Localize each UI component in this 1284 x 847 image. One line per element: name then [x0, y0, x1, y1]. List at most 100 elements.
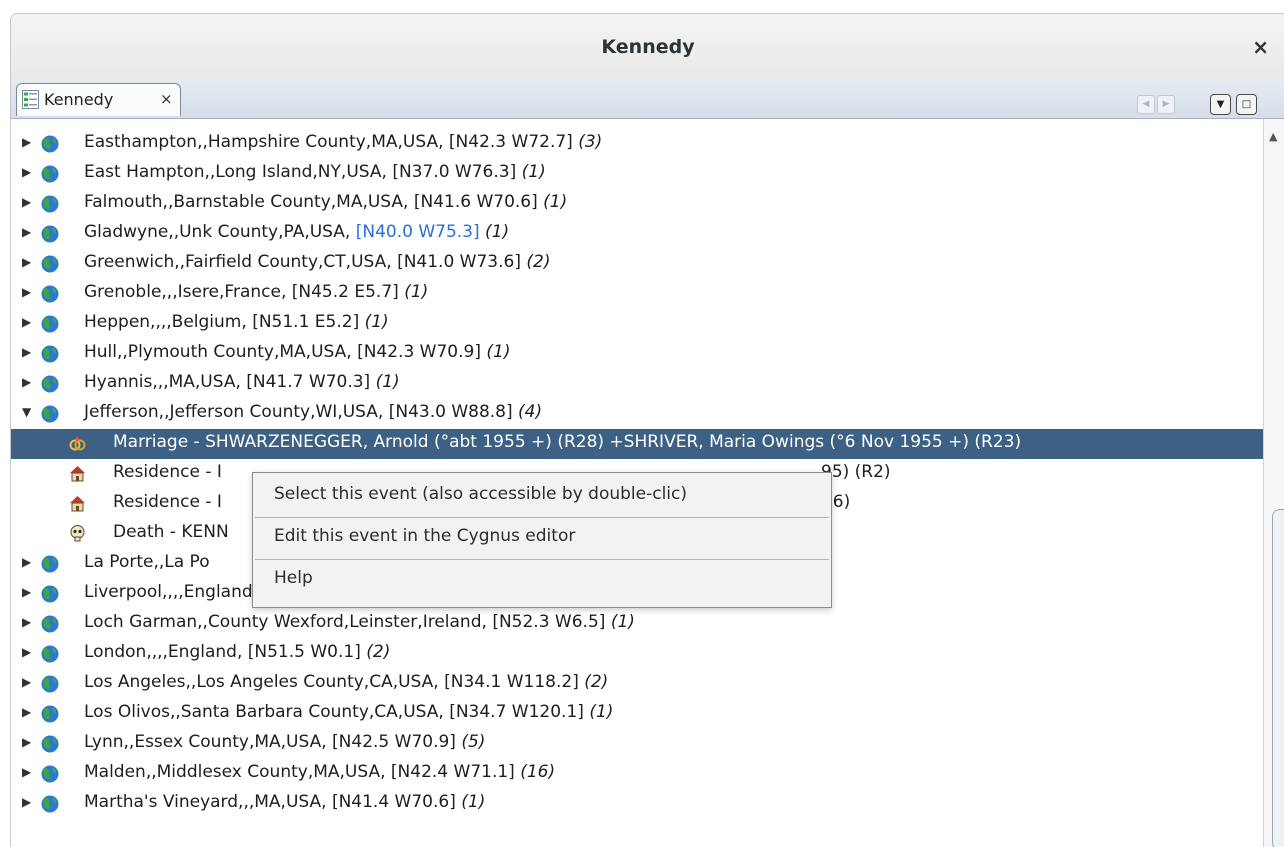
close-icon[interactable]: × [1252, 35, 1269, 59]
menu-item-label: Select this event (also accessible by do… [274, 484, 688, 504]
place-row[interactable]: ▶ Los Olivos,,Santa Barbara County,CA,USA… [11, 699, 1263, 729]
expand-arrow-right-icon[interactable]: ▶ [22, 135, 31, 149]
expand-arrow-right-icon[interactable]: ▶ [22, 315, 31, 329]
title-bar[interactable]: Kennedy × [11, 14, 1284, 81]
event-count: (1) [364, 312, 389, 332]
tab-label: Kennedy [44, 90, 114, 109]
place-name: Hull,,Plymouth County,MA,USA, [84, 342, 358, 362]
tab-bar: Kennedy × ◀ ▶ ▼ □ [11, 80, 1284, 119]
globe-icon [41, 285, 59, 303]
event-count: (2) [366, 642, 391, 662]
place-name: Grenoble,,,Isere,France, [84, 282, 292, 302]
globe-icon [41, 705, 59, 723]
globe-icon [41, 195, 59, 213]
event-count: (2) [526, 252, 551, 272]
globe-icon [41, 645, 59, 663]
event-count: (16) [520, 762, 556, 782]
expand-arrow-right-icon[interactable]: ▶ [22, 765, 31, 779]
expand-arrow-right-icon[interactable]: ▶ [22, 645, 31, 659]
globe-icon [41, 165, 59, 183]
maximize-tab-icon[interactable]: □ [1236, 94, 1257, 115]
place-name: Liverpool,,,,England, [84, 582, 264, 602]
expand-arrow-right-icon[interactable]: ▶ [22, 165, 31, 179]
place-row[interactable]: ▶ Heppen,,,,Belgium, [N51.1 E5.2] (1) [11, 309, 1263, 339]
globe-icon [41, 345, 59, 363]
globe-icon [41, 135, 59, 153]
scroll-up-icon[interactable]: ▲ [1269, 130, 1277, 143]
expand-arrow-right-icon[interactable]: ▶ [22, 255, 31, 269]
place-coordinates[interactable]: [N40.0 W75.3] [356, 222, 480, 242]
place-name: Los Angeles,,Los Angeles County,CA,USA, [84, 672, 445, 692]
place-name: Jefferson,,Jefferson County,WI,USA, [84, 402, 389, 422]
place-coordinates: [N41.0 W73.6] [397, 252, 521, 272]
window-title: Kennedy [601, 36, 695, 58]
place-row[interactable]: ▶ Martha's Vineyard,,,MA,USA, [N41.4 W70.… [11, 789, 1263, 819]
expand-arrow-right-icon[interactable]: ▶ [22, 195, 31, 209]
expand-arrow-right-icon[interactable]: ▶ [22, 225, 31, 239]
expand-arrow-right-icon[interactable]: ▶ [22, 735, 31, 749]
place-row[interactable]: ▼ Jefferson,,Jefferson County,WI,USA, [N4… [11, 399, 1263, 429]
expand-arrow-right-icon[interactable]: ▶ [22, 555, 31, 569]
menu-item-select-event[interactable]: Select this event (also accessible by do… [253, 475, 831, 515]
place-row[interactable]: ▶ Hyannis,,,MA,USA, [N41.7 W70.3] (1) [11, 369, 1263, 399]
place-coordinates: [N51.5 W0.1] [247, 642, 361, 662]
expand-arrow-right-icon[interactable]: ▶ [22, 615, 31, 629]
marriage-icon [69, 436, 86, 451]
tab-list-dropdown-icon[interactable]: ▼ [1210, 94, 1231, 115]
globe-icon [41, 315, 59, 333]
place-row[interactable]: ▶ Gladwyne,,Unk County,PA,USA, [N40.0 W75… [11, 219, 1263, 249]
place-coordinates: [N51.1 E5.2] [252, 312, 360, 332]
place-row[interactable]: ▶ East Hampton,,Long Island,NY,USA, [N37.… [11, 159, 1263, 189]
tree-view-icon [22, 90, 39, 109]
place-name: Los Olivos,,Santa Barbara County,CA,USA, [84, 702, 450, 722]
tab-close-icon[interactable]: × [160, 90, 173, 108]
event-count: (4) [518, 402, 543, 422]
place-name: Falmouth,,Barnstable County,MA,USA, [84, 192, 414, 212]
scrollbar-thumb[interactable] [1272, 509, 1284, 847]
menu-item-help[interactable]: Help [253, 559, 831, 599]
tab-scroll-left-icon[interactable]: ◀ [1137, 95, 1155, 114]
place-coordinates: [N45.2 E5.7] [291, 282, 399, 302]
globe-icon [41, 795, 59, 813]
event-count: (1) [375, 372, 400, 392]
place-row[interactable]: ▶ Loch Garman,,County Wexford,Leinster,Ir… [11, 609, 1263, 639]
place-row[interactable]: ▶ Greenwich,,Fairfield County,CT,USA, [N4… [11, 249, 1263, 279]
place-row[interactable]: ▶ Malden,,Middlesex County,MA,USA, [N42.4… [11, 759, 1263, 789]
globe-icon [41, 405, 59, 423]
event-count: (1) [521, 162, 546, 182]
place-row[interactable]: ▶ Grenoble,,,Isere,France, [N45.2 E5.7] (… [11, 279, 1263, 309]
expand-arrow-right-icon[interactable]: ▶ [22, 795, 31, 809]
tab-kennedy[interactable]: Kennedy × [16, 83, 181, 116]
menu-item-edit-event[interactable]: Edit this event in the Cygnus editor [253, 517, 831, 557]
place-name: Greenwich,,Fairfield County,CT,USA, [84, 252, 398, 272]
event-count: (1) [486, 342, 511, 362]
tab-scroll-right-icon[interactable]: ▶ [1157, 95, 1175, 114]
residence-icon [70, 496, 85, 512]
event-count: (1) [589, 702, 614, 722]
expand-arrow-right-icon[interactable]: ▶ [22, 675, 31, 689]
menu-item-label: Edit this event in the Cygnus editor [274, 526, 576, 546]
place-row[interactable]: ▶ Lynn,,Essex County,MA,USA, [N42.5 W70.9… [11, 729, 1263, 759]
expand-arrow-down-icon[interactable]: ▼ [22, 405, 31, 419]
event-row[interactable]: Marriage - SHWARZENEGGER, Arnold (°abt 1… [11, 429, 1263, 459]
place-name: Malden,,Middlesex County,MA,USA, [84, 762, 391, 782]
place-row[interactable]: ▶ Easthampton,,Hampshire County,MA,USA, [… [11, 129, 1263, 159]
globe-icon [41, 735, 59, 753]
expand-arrow-right-icon[interactable]: ▶ [22, 585, 31, 599]
place-row[interactable]: ▶ London,,,,England, [N51.5 W0.1] (2) [11, 639, 1263, 669]
place-coordinates: [N43.0 W88.8] [388, 402, 513, 422]
place-coordinates: [N42.3 W70.9] [357, 342, 481, 362]
place-row[interactable]: ▶ Hull,,Plymouth County,MA,USA, [N42.3 W7… [11, 339, 1263, 369]
place-coordinates: [N41.7 W70.3] [246, 372, 371, 392]
place-coordinates: [N34.7 W120.1] [449, 702, 584, 722]
context-menu: Select this event (also accessible by do… [252, 472, 832, 608]
place-row[interactable]: ▶ Falmouth,,Barnstable County,MA,USA, [N4… [11, 189, 1263, 219]
place-row[interactable]: ▶ Los Angeles,,Los Angeles County,CA,USA,… [11, 669, 1263, 699]
expand-arrow-right-icon[interactable]: ▶ [22, 345, 31, 359]
globe-icon [41, 585, 59, 603]
expand-arrow-right-icon[interactable]: ▶ [22, 375, 31, 389]
expand-arrow-right-icon[interactable]: ▶ [22, 705, 31, 719]
place-coordinates: [N41.6 W70.6] [413, 192, 538, 212]
expand-arrow-right-icon[interactable]: ▶ [22, 285, 31, 299]
vertical-scrollbar[interactable]: ▲ [1263, 119, 1284, 847]
